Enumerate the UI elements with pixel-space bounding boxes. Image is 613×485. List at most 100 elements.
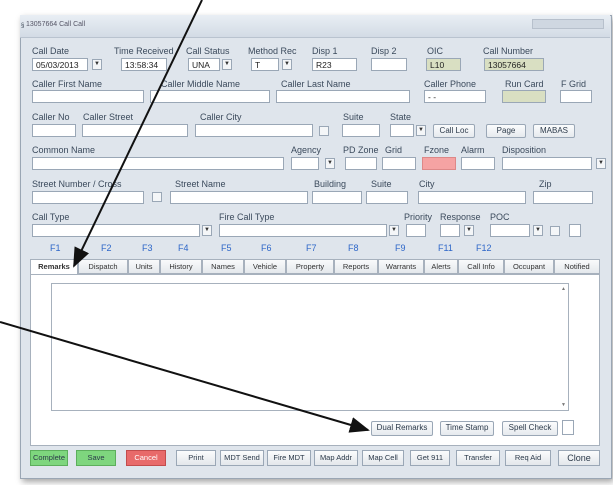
caller-no-field[interactable]: [32, 124, 76, 137]
method-rec-label: Method Rec: [248, 46, 297, 56]
tab-remarks[interactable]: Remarks: [30, 259, 78, 275]
caller-first-name-field[interactable]: [32, 90, 144, 103]
poc-field[interactable]: [490, 224, 530, 237]
state-field[interactable]: [390, 124, 414, 137]
cancel-button[interactable]: Cancel: [126, 450, 166, 466]
call-date-dropdown-icon[interactable]: ▼: [92, 59, 102, 70]
spell-check-button[interactable]: Spell Check: [502, 421, 558, 436]
page-button[interactable]: Page: [486, 124, 526, 138]
call-type-field[interactable]: [32, 224, 200, 237]
fzone-field[interactable]: [422, 157, 456, 170]
state-dropdown-icon[interactable]: ▼: [416, 125, 426, 136]
mdt-send-button[interactable]: MDT Send: [220, 450, 264, 466]
time-stamp-button[interactable]: Time Stamp: [440, 421, 494, 436]
zip-field[interactable]: [533, 191, 593, 204]
print-button[interactable]: Print: [176, 450, 216, 466]
spell-check-checkbox[interactable]: [562, 420, 574, 435]
caller-last-name-field[interactable]: [276, 90, 410, 103]
city-label: City: [419, 179, 435, 189]
alarm-field[interactable]: [461, 157, 495, 170]
caller-phone-field[interactable]: - -: [424, 90, 486, 103]
city-field[interactable]: [418, 191, 526, 204]
agency-dropdown-icon[interactable]: ▼: [325, 158, 335, 169]
street-number-field[interactable]: [32, 191, 144, 204]
call-type-dropdown-icon[interactable]: ▼: [202, 225, 212, 236]
scroll-up-icon[interactable]: ▲: [561, 286, 566, 292]
tab-property[interactable]: Property: [286, 259, 334, 274]
req-aid-button[interactable]: Req Aid: [505, 450, 551, 466]
agency-field[interactable]: [291, 157, 319, 170]
caller-city-field[interactable]: [195, 124, 313, 137]
tab-reports[interactable]: Reports: [334, 259, 378, 274]
tab-vehicle[interactable]: Vehicle: [244, 259, 286, 274]
cross-street-lookup-button[interactable]: [152, 192, 162, 202]
caller-city-lookup-button[interactable]: [319, 126, 329, 136]
priority-field[interactable]: [406, 224, 426, 237]
remarks-textarea[interactable]: [51, 283, 569, 411]
call-type-label: Call Type: [32, 212, 70, 222]
fkey-f4: F4: [178, 243, 189, 253]
method-rec-field[interactable]: T: [251, 58, 279, 71]
fkey-f3: F3: [142, 243, 153, 253]
call-number-field: 13057664: [484, 58, 544, 71]
disp1-field[interactable]: R23: [312, 58, 357, 71]
scroll-down-icon[interactable]: ▼: [561, 402, 566, 408]
fire-mdt-button[interactable]: Fire MDT: [267, 450, 311, 466]
call-date-field[interactable]: 05/03/2013: [32, 58, 88, 71]
building-field[interactable]: [312, 191, 362, 204]
window-controls[interactable]: [532, 19, 604, 29]
transfer-button[interactable]: Transfer: [456, 450, 500, 466]
caller-middle-name-field[interactable]: [150, 90, 270, 103]
tab-notified[interactable]: Notified: [554, 259, 600, 274]
run-card-field[interactable]: [502, 90, 546, 103]
call-loc-button[interactable]: Call Loc: [433, 124, 475, 138]
map-addr-button[interactable]: Map Addr: [314, 450, 358, 466]
caller-last-name-label: Caller Last Name: [281, 79, 351, 89]
save-button[interactable]: Save: [76, 450, 116, 466]
fire-call-type-field[interactable]: [219, 224, 387, 237]
oic-field[interactable]: L10: [426, 58, 461, 71]
poc-lookup-button[interactable]: [550, 226, 560, 236]
tab-dispatch[interactable]: Dispatch: [78, 259, 128, 274]
common-name-label: Common Name: [32, 145, 96, 155]
response-dropdown-icon[interactable]: ▼: [464, 225, 474, 236]
tab-call-info[interactable]: Call Info: [458, 259, 504, 274]
get-911-button[interactable]: Get 911: [410, 450, 450, 466]
grid-field[interactable]: [382, 157, 416, 170]
f-grid-field[interactable]: [560, 90, 592, 103]
pd-zone-field[interactable]: [345, 157, 377, 170]
dual-remarks-button[interactable]: Dual Remarks: [371, 421, 433, 436]
call-status-dropdown-icon[interactable]: ▼: [222, 59, 232, 70]
tab-units[interactable]: Units: [128, 259, 160, 274]
poc-extra-field[interactable]: [569, 224, 581, 237]
disposition-field[interactable]: [502, 157, 592, 170]
poc-dropdown-icon[interactable]: ▼: [533, 225, 543, 236]
suite-field-2[interactable]: [366, 191, 408, 204]
time-received-field[interactable]: 13:58:34: [121, 58, 167, 71]
disp2-field[interactable]: [371, 58, 407, 71]
tab-alerts[interactable]: Alerts: [424, 259, 458, 274]
method-rec-dropdown-icon[interactable]: ▼: [282, 59, 292, 70]
tab-warrants[interactable]: Warrants: [378, 259, 424, 274]
clone-button[interactable]: Clone: [558, 450, 600, 466]
tab-occupant[interactable]: Occupant: [504, 259, 554, 274]
response-label: Response: [440, 212, 481, 222]
complete-button[interactable]: Complete: [30, 450, 68, 466]
call-status-field[interactable]: UNA: [188, 58, 220, 71]
suite-field[interactable]: [342, 124, 380, 137]
common-name-field[interactable]: [32, 157, 284, 170]
disposition-dropdown-icon[interactable]: ▼: [596, 158, 606, 169]
call-date-label: Call Date: [32, 46, 70, 56]
disposition-label: Disposition: [502, 145, 547, 155]
caller-street-field[interactable]: [82, 124, 188, 137]
street-name-field[interactable]: [170, 191, 308, 204]
alarm-label: Alarm: [461, 145, 485, 155]
tab-history[interactable]: History: [160, 259, 202, 274]
response-field[interactable]: [440, 224, 460, 237]
mabas-button[interactable]: MABAS: [533, 124, 575, 138]
remarks-scrollbar[interactable]: ▲ ▼: [560, 284, 568, 410]
tab-names[interactable]: Names: [202, 259, 244, 274]
map-cell-button[interactable]: Map Cell: [362, 450, 404, 466]
caller-no-label: Caller No: [32, 112, 70, 122]
fire-call-type-dropdown-icon[interactable]: ▼: [389, 225, 399, 236]
